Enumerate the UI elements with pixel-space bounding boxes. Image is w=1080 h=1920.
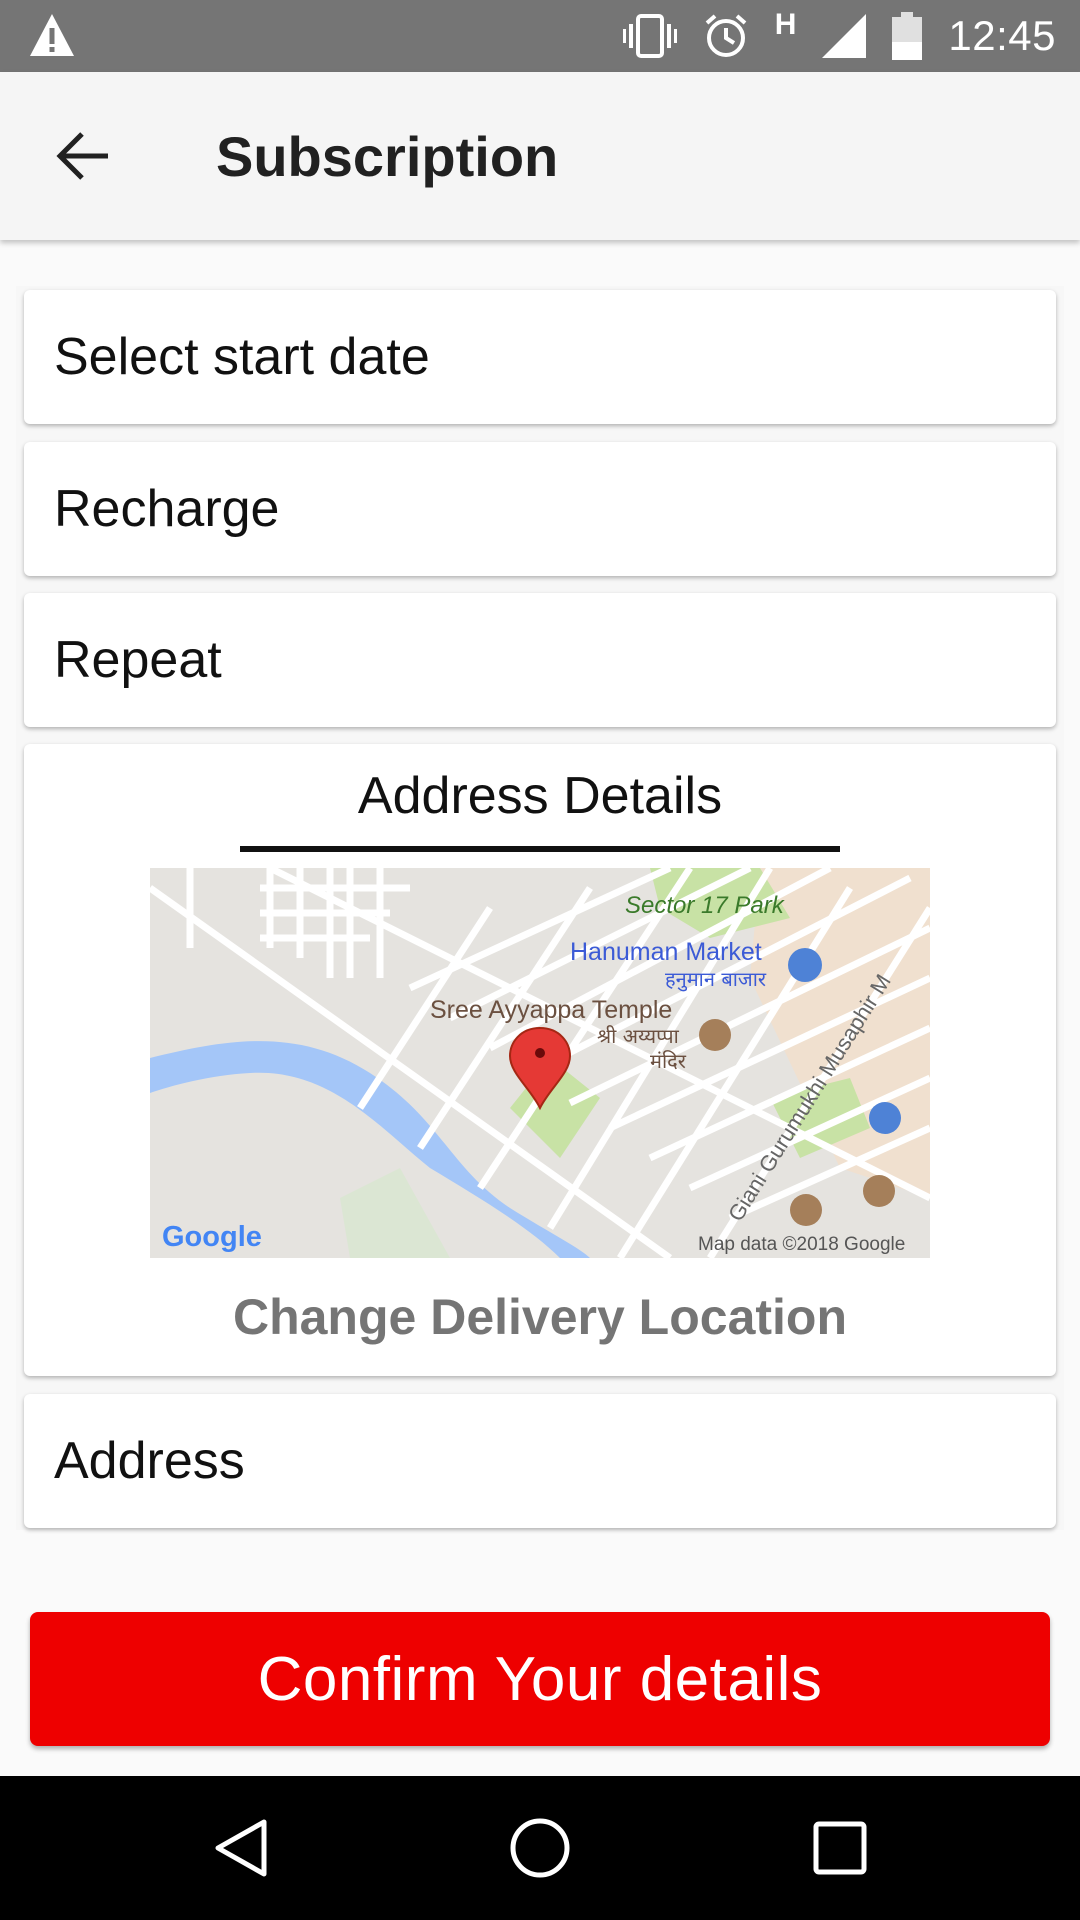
change-delivery-location-link[interactable]: Change Delivery Location: [24, 1288, 1056, 1346]
clock-time: 12:45: [948, 12, 1056, 59]
repeat-field[interactable]: Repeat: [24, 593, 1056, 727]
network-type-label: H: [774, 8, 797, 41]
start-date-field[interactable]: Select start date: [24, 290, 1056, 424]
status-icons: H 12:45: [622, 0, 1056, 72]
map-label-temple-hindi-2: मंदिर: [650, 1049, 687, 1073]
home-circle-icon[interactable]: [504, 1812, 576, 1884]
back-triangle-icon[interactable]: [206, 1812, 278, 1884]
map-label-temple: Sree Ayyappa Temple: [430, 996, 672, 1024]
map-label-market-hindi: हनुमान बाजार: [665, 967, 767, 992]
recharge-field[interactable]: Recharge: [24, 442, 1056, 576]
system-nav-bar: [0, 1776, 1080, 1920]
battery-icon: [892, 12, 923, 60]
address-details-card: Address Details Sector 17 Park Hanuman M…: [24, 744, 1056, 1376]
page-title: Subscription: [216, 125, 559, 188]
start-date-label: Select start date: [54, 328, 430, 386]
arrow-back-icon[interactable]: [52, 124, 116, 188]
status-bar: H 12:45: [0, 0, 1080, 72]
repeat-label: Repeat: [54, 631, 222, 689]
recents-square-icon[interactable]: [804, 1812, 876, 1884]
alarm-icon: [705, 14, 747, 57]
confirm-details-button[interactable]: Confirm Your details: [30, 1612, 1050, 1746]
address-details-title: Address Details: [357, 767, 723, 825]
warning-icon: [30, 14, 74, 56]
map-label-market: Hanuman Market: [570, 938, 762, 966]
vibrate-icon: [622, 14, 677, 58]
delivery-location-map[interactable]: Sector 17 Park Hanuman Market हनुमान बाज…: [150, 868, 930, 1258]
address-label: Address: [54, 1432, 245, 1490]
map-drawing: Sector 17 Park Hanuman Market हनुमान बाज…: [150, 868, 930, 1258]
map-label-temple-hindi-1: श्री अय्यप्पा: [597, 1024, 680, 1048]
title-underline: [240, 846, 840, 852]
signal-icon: [822, 14, 867, 58]
recharge-label: Recharge: [54, 480, 280, 538]
map-copyright: Map data ©2018 Google: [698, 1234, 905, 1255]
map-google-logo: Google: [162, 1221, 262, 1253]
app-bar: Subscription: [0, 72, 1080, 240]
address-field[interactable]: Address: [24, 1394, 1056, 1528]
map-label-park: Sector 17 Park: [625, 892, 786, 919]
